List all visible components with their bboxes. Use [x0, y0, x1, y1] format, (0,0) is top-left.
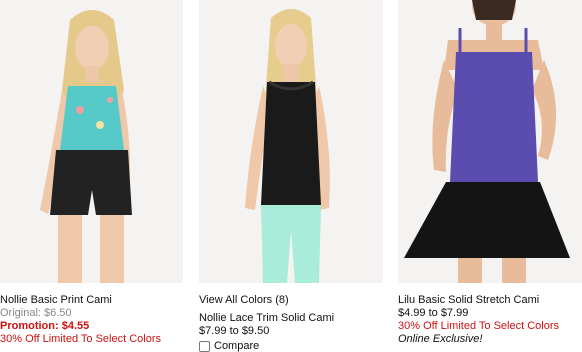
deal-text: 30% Off Limited To Select Colors: [398, 320, 560, 332]
model-photo: [0, 0, 183, 283]
product-info: Lilu Basic Solid Stretch Cami $4.99 to $…: [398, 294, 582, 346]
product-card: View All Colors (8) Nollie Lace Trim Sol…: [199, 0, 383, 352]
compare-label[interactable]: Compare: [214, 340, 259, 352]
product-name[interactable]: Nollie Lace Trim Solid Cami: [199, 312, 383, 325]
product-grid: Nollie Basic Print Cami Original: $6.50 …: [0, 0, 582, 352]
online-exclusive-badge: Online Exclusive!: [398, 333, 483, 345]
price-range: $4.99 to $7.99: [398, 307, 469, 319]
original-price: Original: $6.50: [0, 307, 72, 319]
compare-checkbox[interactable]: [199, 341, 210, 352]
price-range: $7.99 to $9.50: [199, 325, 270, 337]
product-image[interactable]: [398, 0, 582, 283]
view-all-colors-link[interactable]: View All Colors (8): [199, 294, 383, 307]
product-image[interactable]: [0, 0, 183, 283]
product-card: Lilu Basic Solid Stretch Cami $4.99 to $…: [398, 0, 582, 346]
product-info: View All Colors (8) Nollie Lace Trim Sol…: [199, 294, 383, 352]
model-photo: [199, 0, 383, 283]
product-name[interactable]: Lilu Basic Solid Stretch Cami: [398, 294, 582, 307]
product-image[interactable]: [199, 0, 383, 283]
deal-text: 30% Off Limited To Select Colors: [0, 333, 162, 345]
compare-row[interactable]: Compare: [199, 340, 383, 352]
product-info: Nollie Basic Print Cami Original: $6.50 …: [0, 294, 183, 346]
product-name[interactable]: Nollie Basic Print Cami: [0, 294, 183, 307]
promotion-price: Promotion: $4.55: [0, 320, 90, 332]
model-photo: [398, 0, 582, 283]
product-card: Nollie Basic Print Cami Original: $6.50 …: [0, 0, 183, 346]
